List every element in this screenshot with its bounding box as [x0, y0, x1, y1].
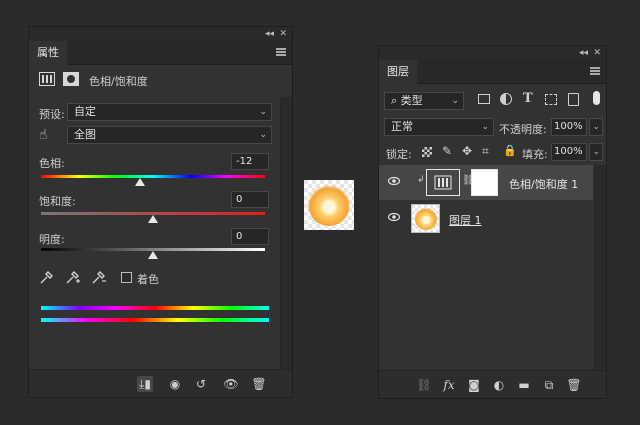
filter-kind-value: 类型 — [400, 94, 423, 107]
eyedropper-subtract-icon[interactable] — [91, 271, 107, 288]
panel-menu-icon[interactable] — [590, 67, 600, 75]
close-icon[interactable]: ✕ — [593, 46, 601, 60]
saturation-slider-thumb[interactable] — [148, 215, 158, 223]
layer-filter-dropdown[interactable]: ⌕ 类型 ⌄ — [384, 92, 464, 110]
result-color-spectrum — [41, 318, 269, 322]
hue-slider-thumb[interactable] — [135, 178, 145, 186]
fill-input[interactable]: 100% — [551, 143, 587, 161]
properties-tabbar: 属性 — [29, 41, 292, 65]
targeted-adjustment-hand-icon[interactable]: ☝ — [39, 127, 48, 143]
opacity-input[interactable]: 100% — [551, 118, 587, 136]
layer-thumbnail — [411, 204, 440, 233]
visibility-eye-icon[interactable]: 👁 — [223, 376, 239, 392]
fill-label: 填充: — [522, 148, 548, 161]
preset-value: 自定 — [74, 105, 96, 118]
preset-label: 预设: — [39, 108, 65, 121]
lock-artboard-icon[interactable]: ⌗ — [482, 144, 489, 159]
panel-header-strip: ◂◂ ✕ — [379, 46, 606, 60]
filter-shape-icon[interactable] — [545, 94, 557, 105]
orange-dessert-image — [308, 184, 350, 226]
saturation-input[interactable]: 0 — [231, 191, 269, 208]
visibility-eye-icon[interactable] — [387, 176, 401, 188]
tab-layers[interactable]: 图层 — [379, 60, 417, 84]
panel-header-strip: ◂◂ ✕ — [29, 27, 292, 41]
new-layer-icon[interactable]: ⧉ — [541, 377, 557, 393]
hue-slider-track[interactable] — [41, 175, 265, 178]
close-icon[interactable]: ✕ — [279, 27, 287, 41]
layers-tabbar: 图层 — [379, 60, 606, 84]
opacity-value: 100% — [554, 121, 583, 132]
adjustment-layer-thumbnail — [426, 169, 460, 196]
lock-all-icon[interactable]: 🔒 — [503, 144, 517, 157]
chevron-down-icon: ⌄ — [259, 130, 267, 140]
lightness-label: 明度: — [39, 233, 65, 246]
delete-layer-icon[interactable]: 🗑 — [566, 377, 582, 393]
clip-to-layer-icon[interactable]: ⤓▮ — [137, 376, 153, 392]
new-group-icon[interactable]: ▬ — [516, 377, 532, 393]
layers-scrollbar[interactable] — [594, 165, 606, 370]
eyedropper-icon[interactable] — [39, 271, 53, 288]
view-previous-state-icon[interactable]: ◉ — [167, 376, 183, 392]
adjustment-layer-icon — [39, 72, 55, 86]
chevron-down-icon: ⌄ — [451, 96, 459, 106]
layer-row-layer-1[interactable]: 图层 1 — [379, 201, 593, 236]
properties-panel: ◂◂ ✕ 属性 色相/饱和度 预设: 自定 ⌄ ☝ 全图 ⌄ 色相: -12 饱… — [28, 26, 293, 398]
hue-input[interactable]: -12 — [231, 153, 269, 170]
new-adjustment-layer-icon[interactable]: ◐ — [491, 377, 507, 393]
collapse-icon[interactable]: ◂◂ — [265, 27, 274, 41]
saturation-label: 饱和度: — [39, 195, 76, 208]
adjustment-title: 色相/饱和度 — [89, 75, 148, 88]
source-color-spectrum — [41, 306, 269, 310]
eyedropper-add-icon[interactable] — [65, 271, 81, 288]
lock-transparent-pixels-icon[interactable] — [422, 147, 432, 157]
layer-mask-thumbnail[interactable] — [471, 169, 498, 196]
blend-mode-dropdown[interactable]: 正常 ⌄ — [384, 118, 494, 136]
panel-menu-icon[interactable] — [276, 48, 286, 56]
delete-icon[interactable]: 🗑 — [251, 376, 267, 392]
lock-image-pixels-icon[interactable]: ✎ — [442, 144, 452, 158]
properties-bottom-bar: ⤓▮ ◉ ↺ 👁 🗑 — [29, 369, 292, 397]
tab-properties[interactable]: 属性 — [29, 41, 67, 65]
chevron-down-icon: ⌄ — [481, 122, 489, 132]
chevron-down-icon: ⌄ — [259, 107, 267, 117]
layers-panel: ◂◂ ✕ 图层 ⌕ 类型 ⌄ T 正常 ⌄ 不透明度: 100% ⌄ 锁定: ✎… — [378, 45, 607, 399]
colorize-label: 着色 — [137, 273, 159, 286]
search-icon: ⌕ — [391, 94, 401, 107]
layers-bottom-bar: ⛓ fx ◙ ◐ ▬ ⧉ 🗑 — [379, 370, 606, 398]
hue-label: 色相: — [39, 157, 65, 170]
filter-toggle-icon[interactable] — [593, 91, 600, 105]
chevron-down-icon: ⌄ — [592, 122, 600, 132]
lightness-input[interactable]: 0 — [231, 228, 269, 245]
visibility-eye-icon[interactable] — [387, 212, 401, 224]
preset-dropdown[interactable]: 自定 ⌄ — [67, 103, 272, 121]
fill-value: 100% — [554, 146, 583, 157]
filter-adjustment-icon[interactable] — [500, 93, 512, 105]
clip-arrow-icon: ↲ — [417, 175, 425, 185]
layer-name: 色相/饱和度 1 — [509, 178, 579, 191]
lightness-slider-thumb[interactable] — [148, 251, 158, 259]
collapse-icon[interactable]: ◂◂ — [579, 46, 588, 60]
layer-row-hue-saturation[interactable]: ↲ ⛓ 色相/饱和度 1 — [379, 165, 593, 200]
link-layers-icon[interactable]: ⛓ — [416, 377, 432, 393]
channel-dropdown[interactable]: 全图 ⌄ — [67, 126, 272, 144]
canvas-preview-image — [304, 180, 354, 230]
filter-smart-object-icon[interactable] — [568, 93, 579, 106]
channel-value: 全图 — [74, 128, 96, 141]
reset-icon[interactable]: ↺ — [193, 376, 209, 392]
filter-type-icon[interactable]: T — [523, 91, 533, 106]
fill-stepper[interactable]: ⌄ — [589, 143, 603, 161]
mask-icon[interactable] — [63, 72, 79, 86]
layer-style-fx-icon[interactable]: fx — [441, 377, 457, 393]
chevron-down-icon: ⌄ — [592, 147, 600, 157]
opacity-stepper[interactable]: ⌄ — [589, 118, 603, 136]
opacity-label: 不透明度: — [499, 123, 547, 136]
lock-label: 锁定: — [386, 148, 412, 161]
layer-name: 图层 1 — [449, 214, 482, 227]
blend-mode-value: 正常 — [391, 120, 413, 133]
add-mask-icon[interactable]: ◙ — [466, 377, 482, 393]
lock-position-icon[interactable]: ✥ — [462, 144, 472, 158]
properties-scrollbar[interactable] — [280, 97, 292, 371]
filter-pixel-icon[interactable] — [478, 94, 490, 104]
colorize-checkbox[interactable] — [121, 272, 132, 283]
